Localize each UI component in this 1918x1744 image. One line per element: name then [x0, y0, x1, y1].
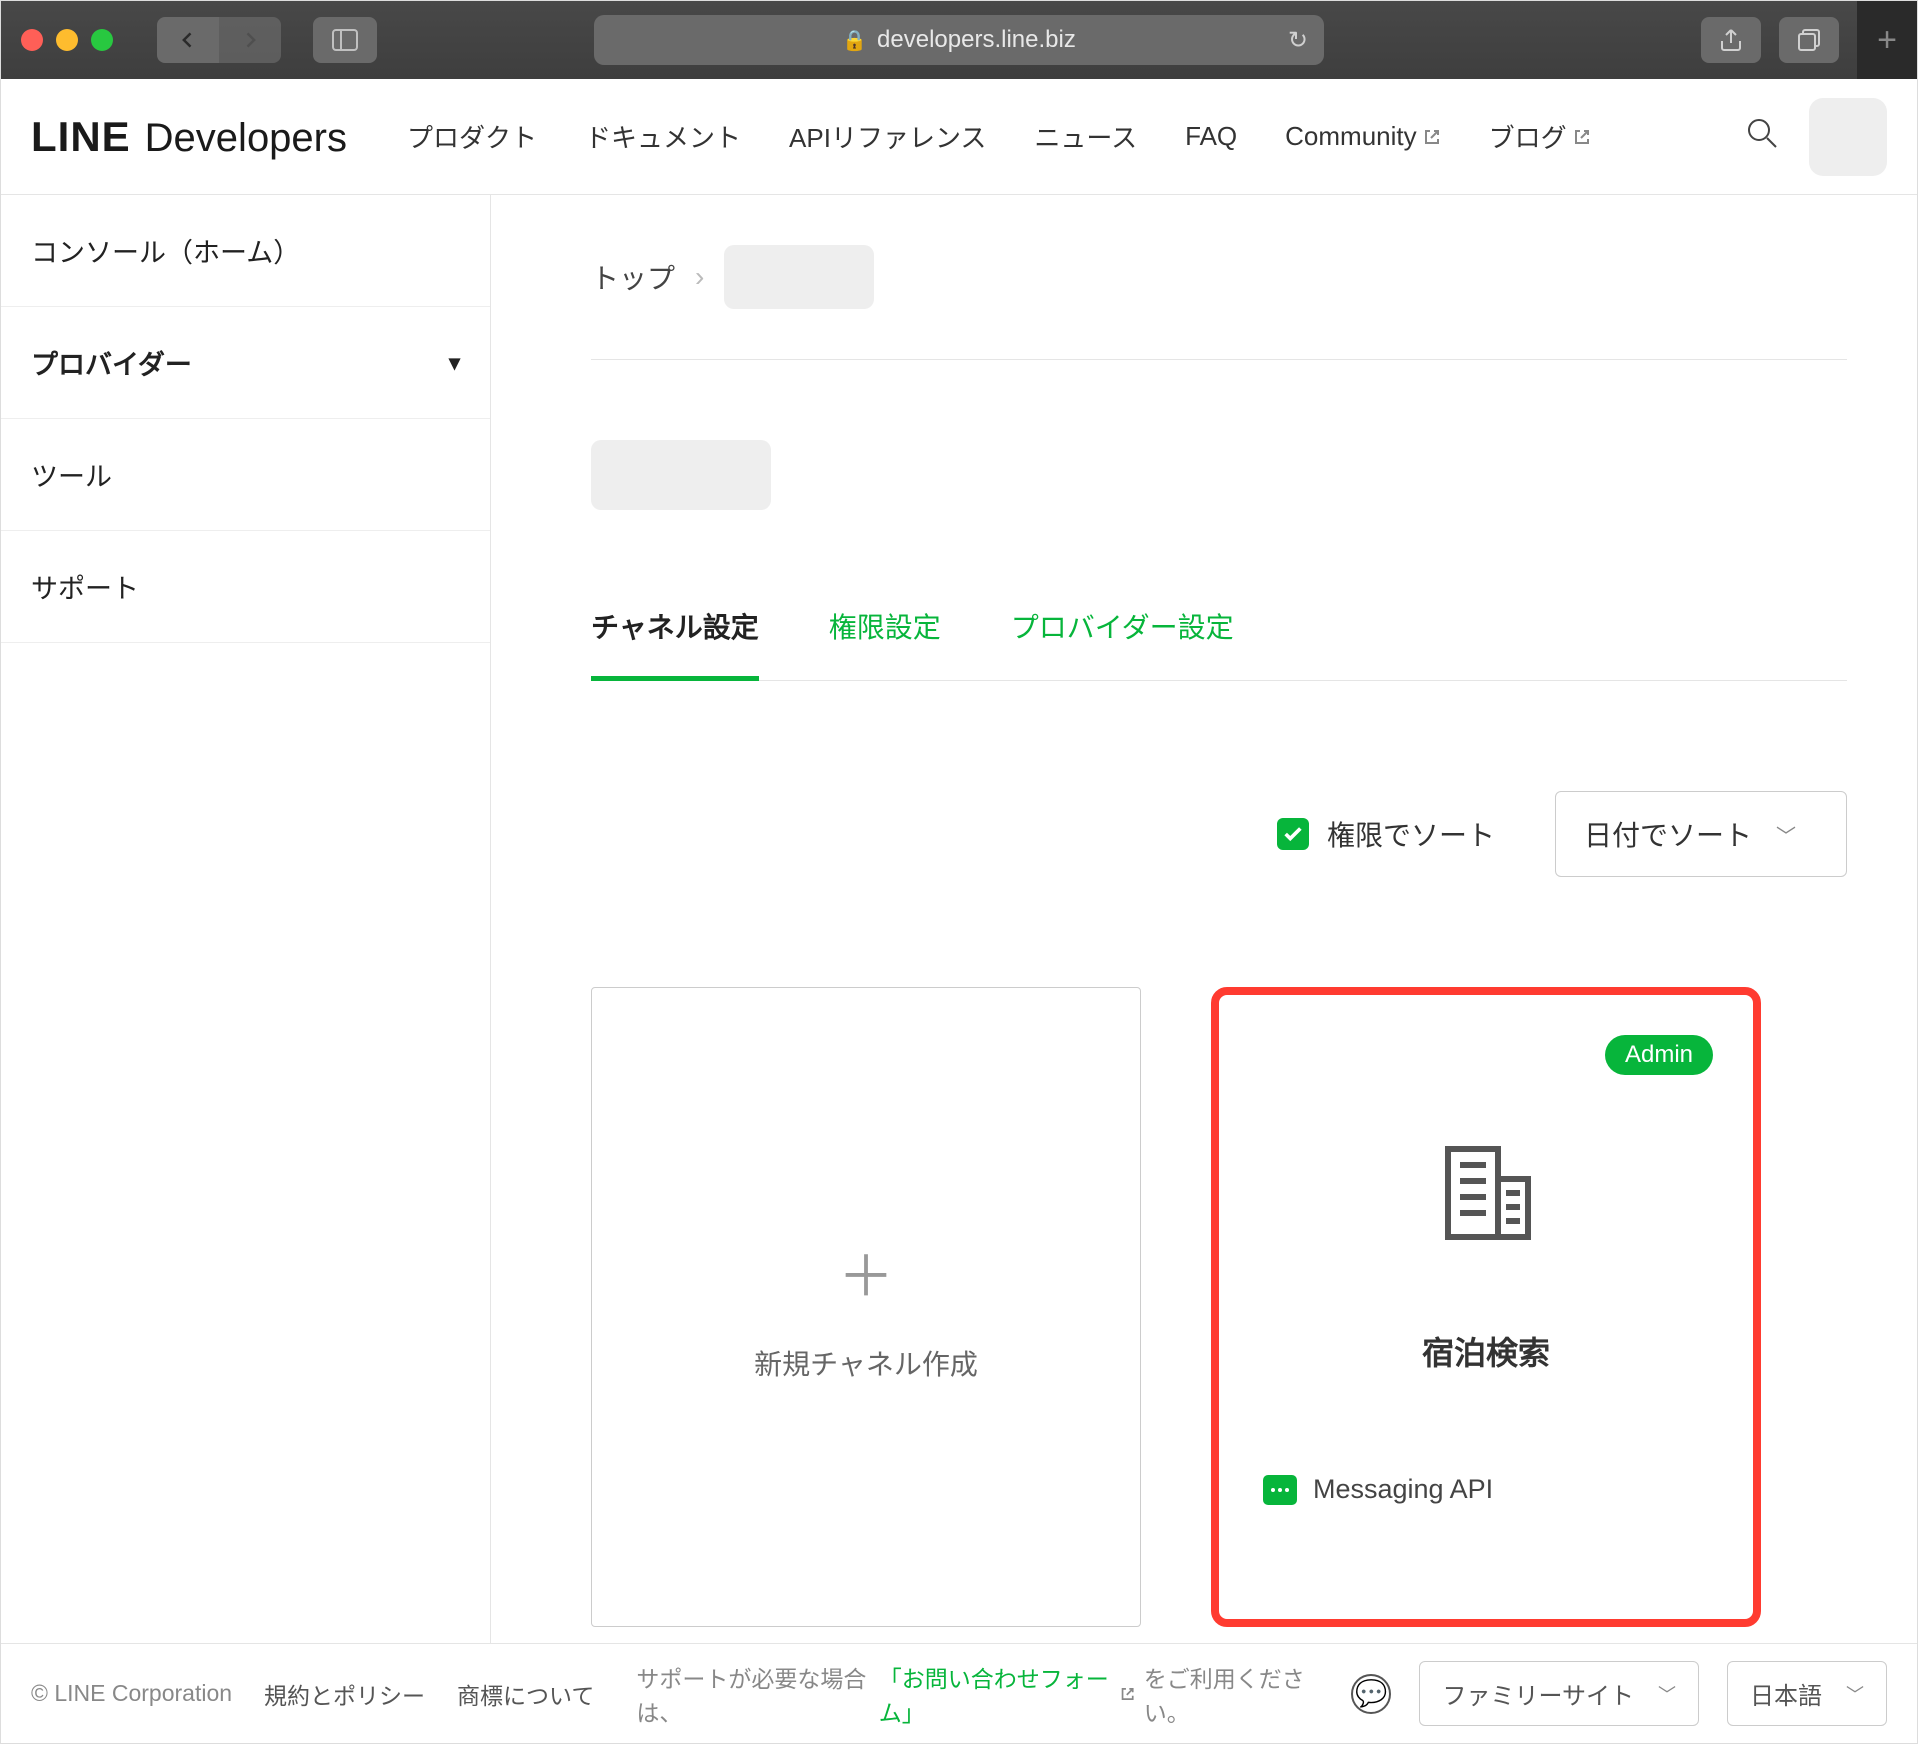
nav-api-ref[interactable]: APIリファレンス — [789, 118, 986, 155]
main-content: トップ › チャネル設定 権限設定 プロバイダー設定 権限でソート — [491, 195, 1917, 1643]
url-bar[interactable]: 🔒 developers.line.biz ↻ — [594, 15, 1324, 65]
sidebar-item-console-home[interactable]: コンソール（ホーム） — [1, 195, 490, 307]
sidebar-item-provider[interactable]: プロバイダー ▾ — [1, 307, 490, 419]
site-logo[interactable]: LINE Developers — [31, 113, 347, 161]
chevron-right-icon: › — [695, 261, 704, 293]
feedback-icon[interactable]: 💬 — [1351, 1674, 1391, 1714]
footer-trademark[interactable]: 商標について — [457, 1677, 594, 1711]
back-button[interactable] — [157, 17, 219, 63]
channel-type: Messaging API — [1263, 1474, 1709, 1505]
close-window[interactable] — [21, 29, 43, 51]
tabs-icon[interactable] — [1779, 17, 1839, 63]
site-footer: © LINE Corporation 規約とポリシー 商標について サポートが必… — [1, 1643, 1917, 1743]
breadcrumb-top[interactable]: トップ — [591, 257, 675, 297]
family-site-select[interactable]: ファミリーサイト ﹀ — [1419, 1661, 1699, 1726]
footer-policy[interactable]: 規約とポリシー — [264, 1677, 425, 1711]
nav-blog[interactable]: ブログ — [1489, 118, 1591, 155]
lock-icon: 🔒 — [842, 28, 867, 53]
nav-community[interactable]: Community — [1285, 121, 1440, 152]
chevron-down-icon: ﹀ — [1776, 820, 1796, 849]
new-tab-button[interactable]: + — [1857, 1, 1917, 79]
sidebar: コンソール（ホーム） プロバイダー ▾ ツール サポート — [1, 195, 491, 1643]
logo-developers: Developers — [145, 116, 347, 161]
footer-contact-link[interactable]: 「お問い合わせフォーム」 — [879, 1660, 1113, 1728]
list-controls: 権限でソート 日付でソート ﹀ — [591, 791, 1847, 877]
share-icon[interactable] — [1701, 17, 1761, 63]
messaging-api-icon — [1263, 1475, 1297, 1505]
sort-by-date-select[interactable]: 日付でソート ﹀ — [1555, 791, 1847, 877]
site-header: LINE Developers プロダクト ドキュメント APIリファレンス ニ… — [1, 79, 1917, 195]
footer-copyright: © LINE Corporation — [31, 1680, 232, 1707]
checkbox-checked-icon — [1277, 818, 1309, 850]
search-icon[interactable] — [1745, 116, 1779, 157]
chevron-down-icon: ▾ — [449, 350, 460, 376]
external-link-icon — [1573, 128, 1591, 146]
provider-title-placeholder — [591, 440, 771, 510]
nav-product[interactable]: プロダクト — [407, 118, 537, 155]
fullscreen-window[interactable] — [91, 29, 113, 51]
external-link-icon — [1423, 128, 1441, 146]
tab-provider-settings[interactable]: プロバイダー設定 — [1011, 600, 1234, 680]
url-host: developers.line.biz — [877, 26, 1076, 54]
nav-faq[interactable]: FAQ — [1185, 121, 1237, 152]
nav-buttons — [157, 17, 281, 63]
sidebar-item-support[interactable]: サポート — [1, 531, 490, 643]
nav-document[interactable]: ドキュメント — [585, 118, 741, 155]
channel-card[interactable]: Admin — [1211, 987, 1761, 1627]
chevron-down-icon: ﹀ — [1846, 1681, 1864, 1707]
reload-icon[interactable]: ↻ — [1288, 26, 1308, 55]
external-link-icon — [1120, 1685, 1135, 1703]
browser-window: 🔒 developers.line.biz ↻ + LINE Developer… — [0, 0, 1918, 1744]
sort-by-role-checkbox[interactable]: 権限でソート — [1277, 814, 1495, 854]
forward-button[interactable] — [219, 17, 281, 63]
tab-channel-settings[interactable]: チャネル設定 — [591, 600, 759, 681]
building-icon — [1426, 1131, 1546, 1258]
tabs: チャネル設定 権限設定 プロバイダー設定 — [591, 600, 1847, 681]
page: LINE Developers プロダクト ドキュメント APIリファレンス ニ… — [1, 79, 1917, 1743]
footer-help: サポートが必要な場合は、 「お問い合わせフォーム」 をご利用ください。 — [636, 1660, 1319, 1728]
logo-line: LINE — [31, 113, 131, 161]
sidebar-toggle-icon[interactable] — [313, 17, 377, 63]
top-nav: プロダクト ドキュメント APIリファレンス ニュース FAQ Communit… — [407, 118, 1591, 155]
admin-badge: Admin — [1605, 1035, 1713, 1075]
language-select[interactable]: 日本語 ﹀ — [1727, 1661, 1887, 1726]
channel-cards: ＋ 新規チャネル作成 Admin — [591, 987, 1847, 1627]
avatar[interactable] — [1809, 98, 1887, 176]
breadcrumb-current-placeholder — [724, 245, 874, 309]
browser-title-bar: 🔒 developers.line.biz ↻ + — [1, 1, 1917, 79]
nav-news[interactable]: ニュース — [1034, 118, 1137, 155]
sidebar-item-tools[interactable]: ツール — [1, 419, 490, 531]
plus-icon: ＋ — [838, 1232, 894, 1313]
minimize-window[interactable] — [56, 29, 78, 51]
tab-role-settings[interactable]: 権限設定 — [829, 600, 941, 680]
chevron-down-icon: ﹀ — [1658, 1681, 1676, 1707]
window-controls — [21, 29, 113, 51]
breadcrumb: トップ › — [591, 245, 1847, 360]
new-channel-card[interactable]: ＋ 新規チャネル作成 — [591, 987, 1141, 1627]
channel-title: 宿泊検索 — [1263, 1328, 1709, 1374]
